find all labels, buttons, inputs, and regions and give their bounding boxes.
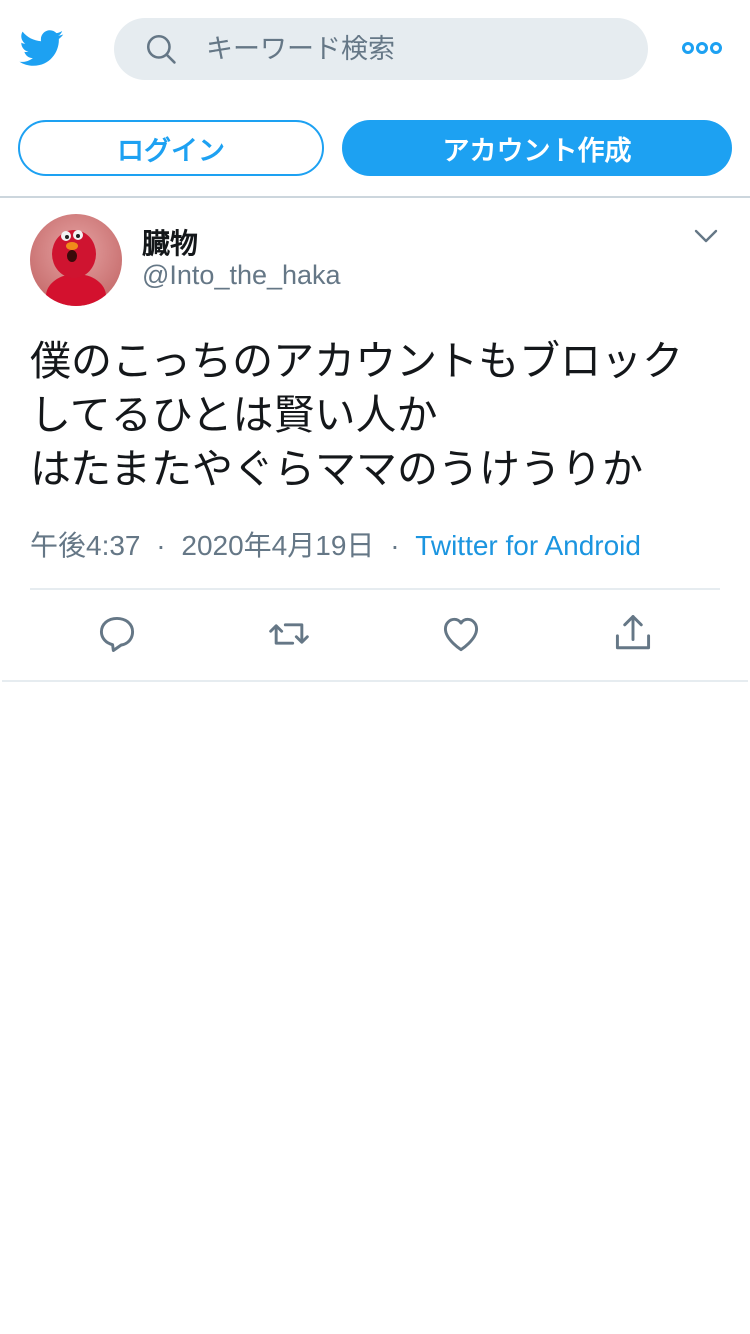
user-handle[interactable]: @Into_the_haka xyxy=(142,260,341,291)
search-bar[interactable] xyxy=(114,18,648,80)
search-icon xyxy=(146,34,176,64)
more-dots-icon[interactable] xyxy=(680,34,724,62)
tweet-source-link[interactable]: Twitter for Android xyxy=(415,530,641,561)
search-input[interactable] xyxy=(206,18,626,80)
reply-icon[interactable] xyxy=(95,612,139,656)
tweet-date[interactable]: 2020年4月19日 xyxy=(181,530,374,561)
top-header xyxy=(0,0,750,98)
display-name[interactable]: 臓物 xyxy=(142,222,198,262)
retweet-icon[interactable] xyxy=(267,612,311,656)
auth-buttons: ログイン アカウント作成 xyxy=(0,98,750,198)
like-icon[interactable] xyxy=(439,612,483,656)
meta-separator: · xyxy=(156,530,166,561)
tweet-metadata: 午後4:37 · 2020年4月19日 · Twitter for Androi… xyxy=(30,524,730,564)
share-icon[interactable] xyxy=(611,612,655,656)
create-account-button[interactable]: アカウント作成 xyxy=(342,120,732,176)
tweet-bottom-divider xyxy=(2,680,748,682)
tweet-time[interactable]: 午後4:37 xyxy=(30,530,141,561)
avatar[interactable] xyxy=(30,214,122,306)
meta-separator: · xyxy=(390,530,400,561)
chevron-down-icon[interactable] xyxy=(692,226,720,246)
login-button[interactable]: ログイン xyxy=(18,120,324,176)
tweet-text: 僕のこっちのアカウントもブロックしてるひとは賢い人か はたまたやぐらママのうけう… xyxy=(30,337,684,493)
twitter-bird-icon[interactable] xyxy=(18,26,66,70)
tweet: 臓物 @Into_the_haka 僕のこっちのアカウントもブロックしてるひとは… xyxy=(0,198,750,682)
tweet-actions xyxy=(0,590,750,680)
